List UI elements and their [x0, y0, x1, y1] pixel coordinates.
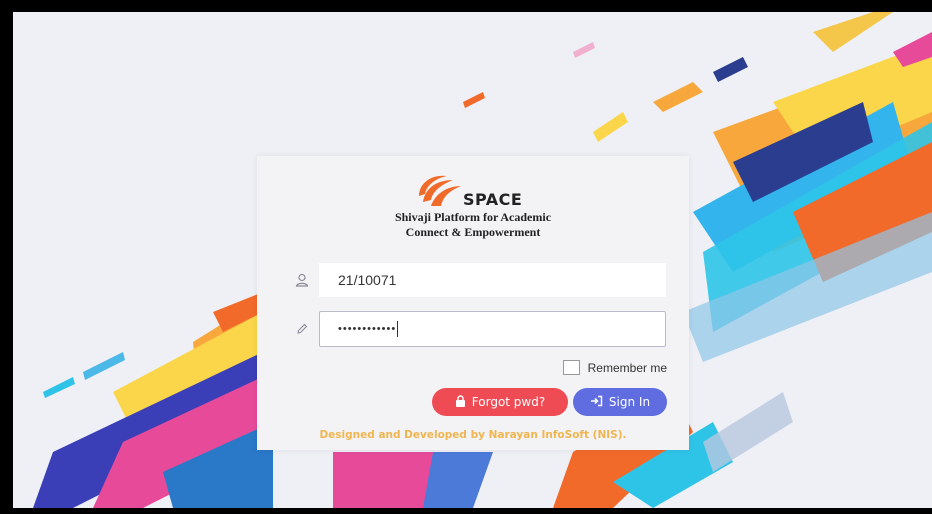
remember-checkbox[interactable]	[562, 360, 580, 375]
password-input[interactable]: ••••••••••••	[319, 311, 666, 347]
password-field: ••••••••••••	[285, 311, 666, 347]
forgot-password-label: Forgot pwd?	[471, 395, 546, 409]
password-mask: ••••••••••••	[338, 323, 397, 335]
tagline-line-2: Connect & Empowerment	[405, 225, 541, 239]
brand-name: SPACE	[463, 190, 523, 209]
logo: SPACE	[415, 172, 555, 212]
login-screen: SPACE Shivaji Platform for Academic Conn…	[13, 12, 932, 508]
sign-in-icon	[590, 395, 603, 410]
remember-label: Remember me	[587, 360, 667, 375]
lock-icon	[455, 394, 466, 410]
screenshot-frame: SPACE Shivaji Platform for Academic Conn…	[0, 0, 932, 514]
footer-credit: Designed and Developed by Narayan InfoSo…	[319, 429, 627, 441]
user-icon	[285, 263, 319, 297]
username-input[interactable]: 21/10071	[319, 263, 666, 297]
sign-in-button[interactable]: Sign In	[573, 388, 667, 416]
forgot-password-button[interactable]: Forgot pwd?	[432, 388, 568, 416]
sign-in-label: Sign In	[608, 395, 651, 409]
space-logo-icon	[419, 175, 461, 206]
tagline-line-1: Shivaji Platform for Academic	[394, 210, 552, 224]
pencil-icon	[285, 311, 319, 347]
remember-me[interactable]: Remember me	[562, 360, 667, 375]
username-field: 21/10071	[285, 263, 666, 297]
text-caret	[397, 321, 399, 337]
login-card: SPACE Shivaji Platform for Academic Conn…	[257, 156, 689, 450]
